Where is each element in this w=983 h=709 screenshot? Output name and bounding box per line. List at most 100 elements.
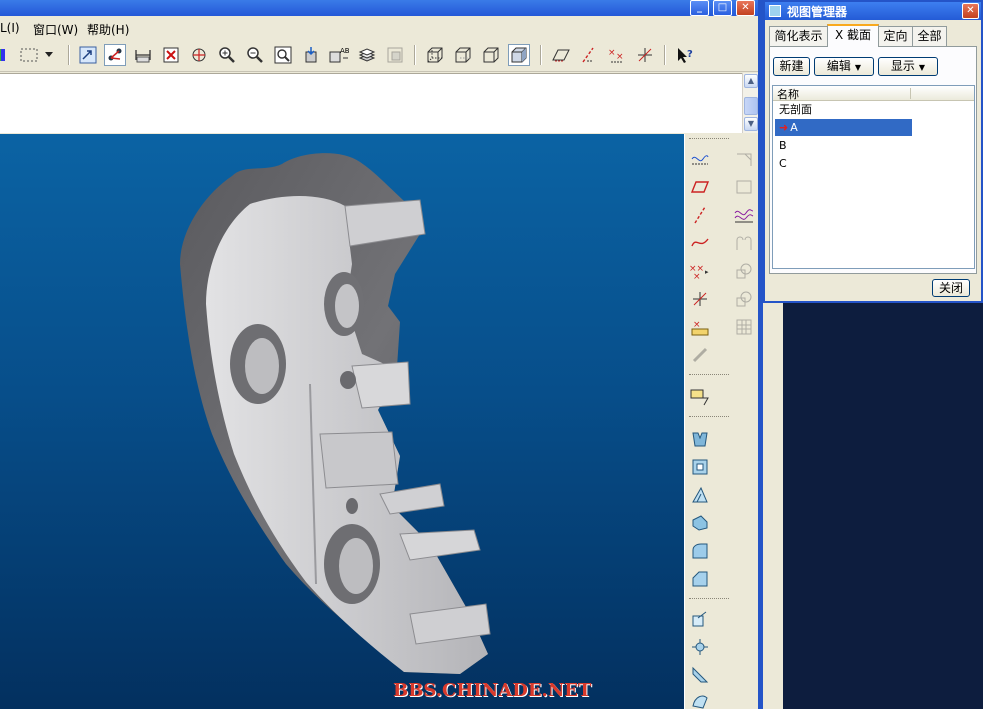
display-button[interactable]: 显示 ▼ [878,57,938,76]
point-icon[interactable]: ×× × ▸ [689,260,711,282]
chamfer-icon[interactable] [689,568,711,590]
menu-help[interactable]: 帮助(H) [87,21,129,38]
svg-text:AB: AB [340,47,349,55]
draft-icon[interactable] [689,690,711,709]
named-view-icon[interactable]: AB [328,44,350,66]
toolbar-separator [689,374,729,375]
svg-text:×: × [616,52,624,62]
delete-icon[interactable] [160,44,182,66]
svg-text:×: × [608,48,616,58]
list-item-label: C [779,157,787,170]
chevron-down-icon: ▼ [918,63,926,72]
zoom-out-icon[interactable] [244,44,266,66]
blend-icon[interactable] [689,512,711,534]
message-area [0,73,742,133]
plane-icon[interactable] [689,176,711,198]
hole-icon[interactable] [689,608,711,630]
list-item-c[interactable]: C [775,155,912,172]
scroll-up-icon[interactable]: ▲ [744,74,758,88]
sketch-plane-icon[interactable] [733,148,755,170]
close-button[interactable]: 关闭 [932,279,970,297]
tab-simplified-rep[interactable]: 简化表示 [769,26,828,46]
maximize-button[interactable]: □ [713,0,732,16]
no-hidden-icon[interactable] [480,44,502,66]
menu-tools[interactable]: L(I) [0,21,20,35]
curve-icon[interactable] [689,232,711,254]
rectangle-icon[interactable] [733,176,755,198]
chevron-down-icon: ▼ [854,63,862,72]
list-item-none[interactable]: 无剖面 [775,101,912,118]
repaint-icon[interactable] [77,44,99,66]
datum-plane-icon[interactable] [550,44,572,66]
toolbar-separator [689,416,729,417]
spin-center-icon[interactable] [188,44,210,66]
rib-icon[interactable] [689,636,711,658]
box-select-icon[interactable] [18,44,40,66]
edit-button[interactable]: 编辑 ▼ [814,57,874,76]
shell-icon[interactable] [689,664,711,686]
active-arrow-icon: ➜ [779,121,789,134]
chain-icon[interactable] [689,344,711,366]
dialog-titlebar[interactable]: 视图管理器 ✕ [765,2,981,20]
mirror-icon[interactable] [733,232,755,254]
offset-icon[interactable] [733,260,755,282]
xsec-list[interactable]: 名称 无剖面 ➜ A B C [772,85,975,269]
color-swatch-icon[interactable] [0,44,12,66]
wireframe-icon[interactable] [424,44,446,66]
pattern-icon[interactable] [733,288,755,310]
list-item-label: 无剖面 [779,103,812,116]
dialog-close-icon[interactable]: ✕ [962,3,979,19]
shading-icon[interactable] [508,44,530,66]
main-toolbar: AB × × ? [0,40,762,72]
close-button[interactable]: ✕ [736,0,755,16]
round-icon[interactable] [689,540,711,562]
menu-window[interactable]: 窗口(W) [33,21,78,38]
list-item-a[interactable]: ➜ A [775,119,912,136]
dropdown-arrow-icon[interactable] [42,44,56,66]
list-header[interactable]: 名称 [773,86,974,101]
analysis-icon[interactable]: × [689,316,711,338]
dialog-app-icon [769,5,781,17]
list-item-b[interactable]: B [775,137,912,154]
model-display-icon[interactable] [384,44,406,66]
minimize-button[interactable]: _ [690,0,709,16]
menu-bar: L(I) 窗口(W) 帮助(H) [0,17,762,39]
scroll-thumb[interactable] [744,97,758,115]
part-model-render [180,153,491,674]
hidden-line-icon[interactable] [452,44,474,66]
feature-toolbar: ×× × ▸ × [684,134,758,709]
layers-icon[interactable] [356,44,378,66]
view-mode-icon[interactable] [300,44,322,66]
scroll-down-icon[interactable]: ▼ [744,117,758,131]
list-item-label: B [779,139,787,152]
tab-all[interactable]: 全部 [912,26,947,46]
grid-icon[interactable] [733,316,755,338]
tab-xsec[interactable]: X 截面 [827,24,879,47]
message-scrollbar[interactable]: ▲ ▼ [742,73,758,133]
new-button[interactable]: 新建 [773,57,810,76]
measure-icon[interactable] [132,44,154,66]
name-column-header: 名称 [777,88,799,101]
annotation-icon[interactable] [689,386,711,408]
zoom-in-icon[interactable] [216,44,238,66]
help-whats-this-icon[interactable]: ? [674,44,696,66]
orient-icon[interactable] [104,44,126,66]
graph-icon[interactable] [733,204,755,226]
tab-orient[interactable]: 定向 [878,26,913,46]
view-manager-dialog: 视图管理器 ✕ 简化表示 X 截面 定向 全部 新建 编辑 ▼ 显示 ▼ 名称 无剖… [763,0,983,303]
revolve-icon[interactable] [689,456,711,478]
refit-icon[interactable] [272,44,294,66]
toolbar-separator [664,45,666,65]
watermark: BBS.CHINADE.NET [393,680,592,701]
sweep-icon[interactable] [689,484,711,506]
csys-icon[interactable] [634,44,656,66]
model-viewport[interactable] [0,134,684,709]
axis-icon[interactable] [689,204,711,226]
list-item-label: A [790,121,798,134]
datum-axis-icon[interactable] [578,44,600,66]
background-pane [763,303,983,709]
extrude-icon[interactable] [689,428,711,450]
datum-point-icon[interactable]: × × [606,44,628,66]
csys-icon[interactable] [689,288,711,310]
sketch-icon[interactable] [689,148,711,170]
